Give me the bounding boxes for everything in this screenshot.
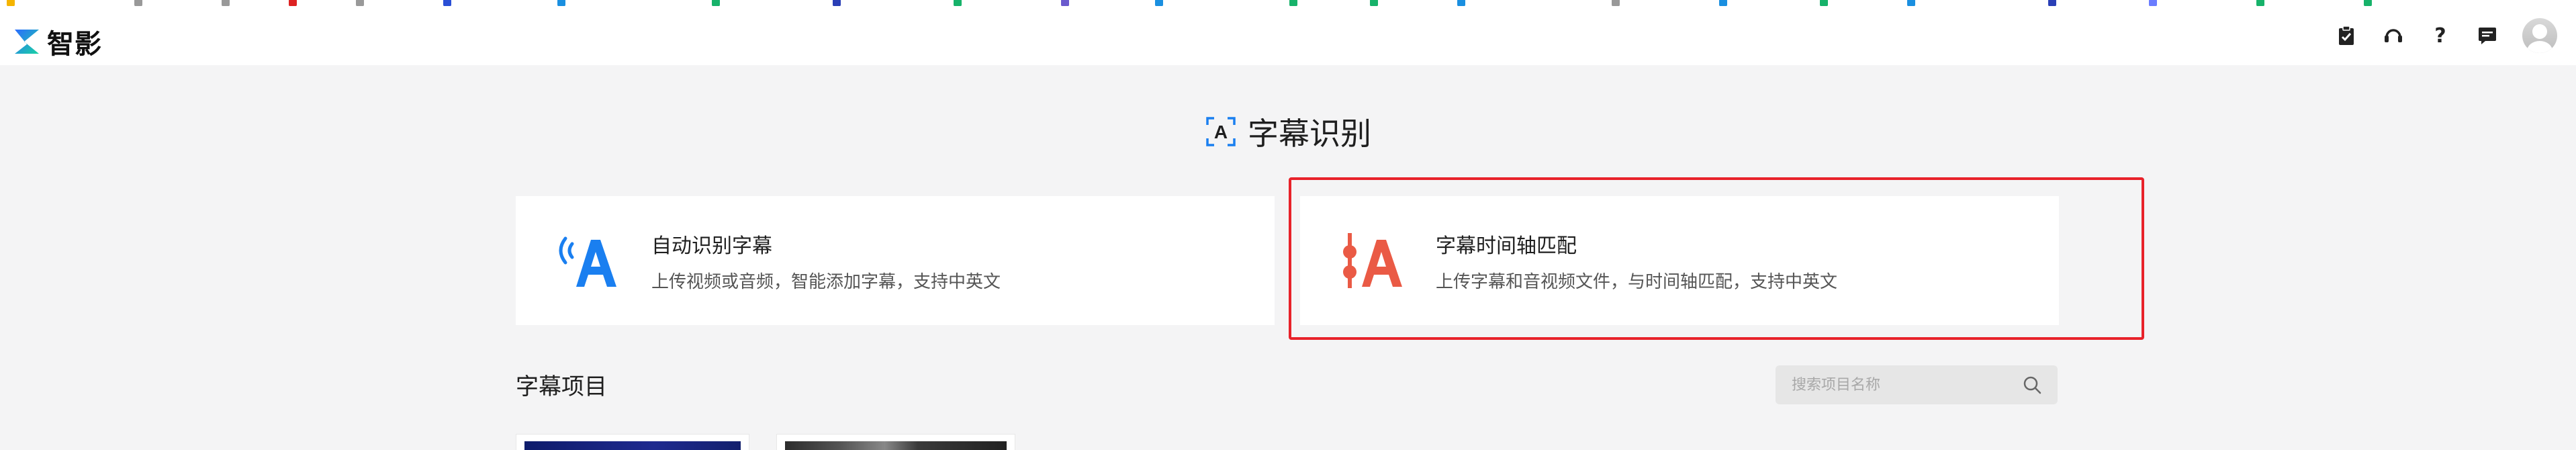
- bookmark-item[interactable]: [1370, 0, 1378, 6]
- page-title: 字幕识别: [1248, 116, 1371, 152]
- card-title: 自动识别字幕: [651, 234, 772, 258]
- message-icon[interactable]: [2475, 24, 2499, 48]
- project-thumbnail[interactable]: [776, 434, 1015, 450]
- bookmark-item[interactable]: [954, 0, 962, 6]
- bookmark-item[interactable]: [1457, 0, 1465, 6]
- card-text: 字幕时间轴匹配 上传字幕和音视频文件，与时间轴匹配，支持中英文: [1436, 229, 1837, 293]
- bookmark-item[interactable]: [2149, 0, 2157, 6]
- section-title: 字幕项目: [516, 373, 607, 400]
- bookmark-item[interactable]: [1155, 0, 1163, 6]
- bookmark-item[interactable]: [134, 0, 142, 6]
- zhiying-logo-icon: [15, 30, 39, 54]
- auto-subtitle-card[interactable]: 自动识别字幕 上传视频或音频，智能添加字幕，支持中英文: [516, 196, 1275, 325]
- bookmark-item[interactable]: [356, 0, 364, 6]
- headset-icon[interactable]: [2381, 24, 2405, 48]
- bookmark-item[interactable]: [222, 0, 230, 6]
- bookmarks-bar: [0, 0, 2576, 6]
- bookmark-item[interactable]: [2256, 0, 2264, 6]
- subtitle-recognition-icon: A: [1206, 117, 1236, 146]
- bookmark-item[interactable]: [1289, 0, 1297, 6]
- help-glyph: ?: [2434, 24, 2446, 48]
- bookmark-item[interactable]: [1612, 0, 1620, 6]
- bookmark-item[interactable]: [1061, 0, 1069, 6]
- timeline-letter-icon: [1343, 233, 1402, 288]
- bookmark-item[interactable]: [833, 0, 841, 6]
- card-description: 上传字幕和音视频文件，与时间轴匹配，支持中英文: [1436, 271, 1838, 292]
- help-icon[interactable]: ?: [2428, 24, 2452, 48]
- app-name: 智影: [47, 29, 102, 60]
- clipboard-icon[interactable]: [2334, 24, 2358, 48]
- bookmark-item[interactable]: [1719, 0, 1727, 6]
- search-icon[interactable]: [2023, 375, 2041, 394]
- bookmark-item[interactable]: [557, 0, 565, 6]
- app-logo[interactable]: 智影: [12, 22, 102, 61]
- top-header: 智影 ?: [0, 6, 2576, 65]
- bookmark-item[interactable]: [1820, 0, 1828, 6]
- card-title: 字幕时间轴匹配: [1436, 234, 1577, 258]
- page-header: A 字幕识别: [0, 106, 2576, 157]
- card-description: 上传视频或音频，智能添加字幕，支持中英文: [651, 271, 1001, 292]
- bookmark-item[interactable]: [443, 0, 451, 6]
- user-avatar[interactable]: [2522, 18, 2557, 53]
- bookmark-item[interactable]: [712, 0, 720, 6]
- project-thumbnail[interactable]: [516, 434, 749, 450]
- bookmark-item[interactable]: [7, 0, 15, 6]
- bookmark-item[interactable]: [2048, 0, 2056, 6]
- voice-letter-icon: [559, 236, 616, 287]
- project-search: [1776, 365, 2058, 405]
- bookmark-item[interactable]: [1907, 0, 1915, 6]
- svg-text:A: A: [1214, 122, 1228, 142]
- bookmark-item[interactable]: [2364, 0, 2372, 6]
- card-text: 自动识别字幕 上传视频或音频，智能添加字幕，支持中英文: [651, 229, 1001, 293]
- bookmark-item[interactable]: [289, 0, 297, 6]
- search-input[interactable]: [1776, 365, 2023, 405]
- timeline-match-card[interactable]: 字幕时间轴匹配 上传字幕和音视频文件，与时间轴匹配，支持中英文: [1300, 196, 2059, 325]
- header-actions: ?: [2334, 17, 2576, 54]
